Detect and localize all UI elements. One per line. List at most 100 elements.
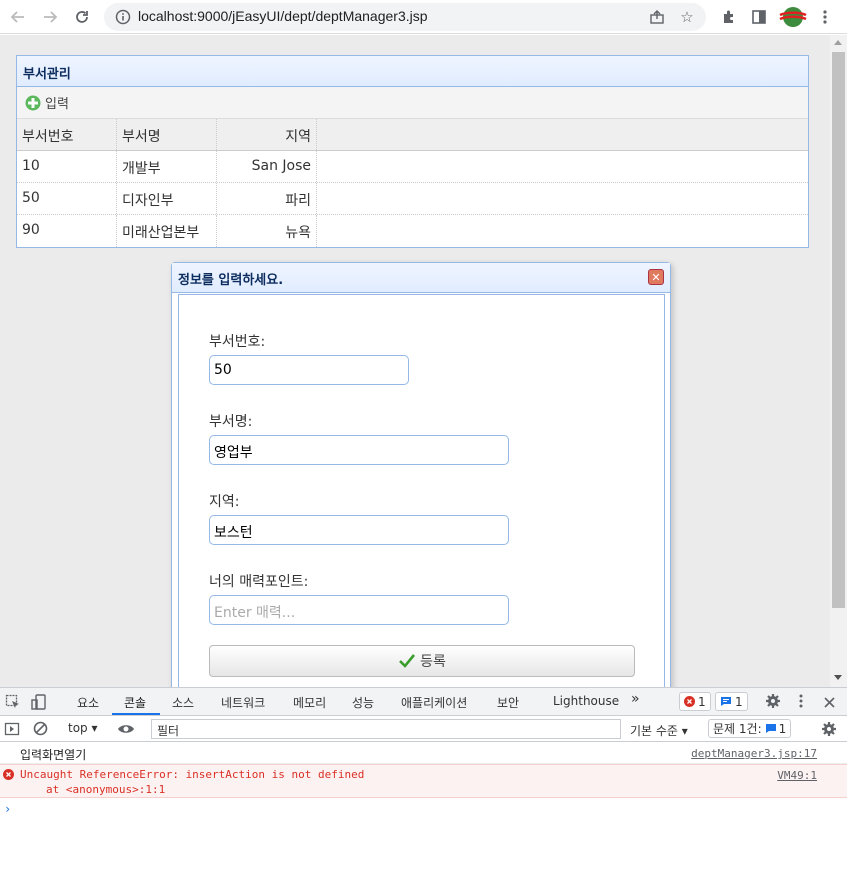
error-count-badge[interactable]: 1 [679,692,711,711]
error-source-link[interactable]: VM49:1 [777,769,817,782]
devtools-panel: 요소 콘솔 소스 네트워크 메모리 성능 애플리케이션 보안 Lighthous… [0,687,847,882]
console-prompt[interactable]: › [0,800,847,818]
tab-security[interactable]: 보안 [497,694,519,711]
add-icon [25,95,41,111]
charm-label: 너의 매력포인트: [209,574,309,590]
tab-network[interactable]: 네트워크 [221,694,265,711]
context-selector[interactable]: top ▾ [68,721,98,735]
dname-label: 부서명: [209,414,253,430]
grid-toolbar: 입력 [17,87,808,119]
column-header-deptno[interactable]: 부서번호 [17,119,117,150]
console-settings-gear-icon[interactable] [821,721,837,741]
prompt-chevron-icon: › [4,802,12,816]
column-header-loc[interactable]: 지역 [217,119,317,150]
add-button[interactable]: 입력 [25,93,69,112]
log-level-label: 기본 수준 [630,724,678,738]
dialog-title: 정보를 입력하세요. [172,263,670,293]
console-toolbar: top ▾ 필터 기본 수준 ▾ 문제 1건: 1 [0,716,847,742]
settings-gear-icon[interactable] [765,693,781,713]
page-scrollbar[interactable] [830,35,847,687]
log-source-link[interactable]: deptManager3.jsp:17 [691,747,817,760]
tab-memory[interactable]: 메모리 [293,694,326,711]
info-count: 1 [735,694,743,709]
log-level-select[interactable]: 기본 수준 ▾ [630,722,688,739]
loc-input[interactable]: 보스턴 [209,515,509,545]
table-row[interactable]: 50 디자인부 파리 [17,183,808,215]
console-filter-input[interactable]: 필터 [151,719,621,739]
cell-deptno: 50 [17,183,117,214]
submit-button[interactable]: 등록 [209,645,635,677]
submit-label: 등록 [420,654,446,670]
more-tabs-icon[interactable]: » [631,691,640,707]
column-header-dname[interactable]: 부서명 [117,119,217,150]
back-icon[interactable] [6,5,30,29]
close-icon[interactable]: ✕ [648,269,664,285]
scroll-thumb[interactable] [832,52,845,608]
cell-dname: 개발부 [117,151,217,182]
sidebar-toggle-icon[interactable] [4,721,20,741]
forward-icon[interactable] [38,5,62,29]
dept-panel: 부서관리 입력 부서번호 부서명 지역 10 개발부 San Jose 50 디… [16,55,809,248]
check-icon [398,653,416,669]
error-stack: at <anonymous>:1:1 [46,783,166,796]
address-bar[interactable]: localhost:9000/jEasyUI/dept/deptManager3… [104,3,706,31]
charm-input[interactable]: Enter 매력... [209,595,509,625]
page-viewport: 부서관리 입력 부서번호 부서명 지역 10 개발부 San Jose 50 디… [0,35,830,734]
console-log-entry: 입력화면열기 deptManager3.jsp:17 [0,743,847,764]
cell-dname: 디자인부 [117,183,217,214]
error-icon [684,696,695,707]
live-expression-eye-icon[interactable] [117,721,135,740]
error-icon [3,769,14,783]
cell-deptno: 10 [17,151,117,182]
close-devtools-icon[interactable] [823,694,836,713]
message-icon [720,696,732,707]
table-row[interactable]: 10 개발부 San Jose [17,151,808,183]
dname-input[interactable]: 영업부 [209,435,509,465]
tab-performance[interactable]: 성능 [352,694,374,711]
devtools-menu-icon[interactable] [799,693,803,713]
menu-kebab-icon[interactable] [814,6,836,28]
input-dialog: 정보를 입력하세요. ✕ 부서번호: 50 부서명: 영업부 지역: 보스턴 너… [171,262,671,734]
tab-application[interactable]: 애플리케이션 [401,694,467,711]
panel-title: 부서관리 [17,56,808,87]
tab-console[interactable]: 콘솔 [124,694,146,711]
device-toggle-icon[interactable] [30,693,48,715]
inspect-icon[interactable] [5,694,21,714]
reload-icon[interactable] [70,5,94,29]
cell-deptno: 90 [17,215,117,247]
devtools-tabbar: 요소 콘솔 소스 네트워크 메모리 성능 애플리케이션 보안 Lighthous… [0,688,847,716]
grid-header: 부서번호 부서명 지역 [17,119,808,151]
side-panel-icon[interactable] [748,6,770,28]
add-button-label: 입력 [45,97,69,112]
url-text: localhost:9000/jEasyUI/dept/deptManager3… [138,8,428,24]
tab-elements[interactable]: 요소 [77,694,99,711]
cell-loc: San Jose [217,151,317,182]
info-count-badge[interactable]: 1 [715,692,748,711]
share-icon[interactable] [648,8,666,26]
scroll-up-arrow[interactable] [834,40,842,45]
issues-button[interactable]: 문제 1건: 1 [708,719,792,738]
clear-console-icon[interactable] [33,721,48,740]
browser-toolbar: localhost:9000/jEasyUI/dept/deptManager3… [0,0,847,34]
info-icon[interactable] [114,8,132,26]
bookmark-star-icon[interactable]: ☆ [678,8,696,26]
deptno-label: 부서번호: [209,334,266,350]
cell-loc: 뉴욕 [217,215,317,247]
extensions-icon[interactable] [718,6,740,28]
context-label: top [68,721,88,735]
error-count: 1 [698,694,706,709]
tab-lighthouse[interactable]: Lighthouse [553,694,619,708]
scroll-down-arrow[interactable] [834,675,842,680]
cell-dname: 미래산업본부 [117,215,217,247]
dialog-body: 부서번호: 50 부서명: 영업부 지역: 보스턴 너의 매력포인트: Ente… [178,294,665,734]
cell-loc: 파리 [217,183,317,214]
loc-label: 지역: [209,494,240,510]
profile-avatar[interactable] [778,6,808,28]
tab-sources[interactable]: 소스 [172,694,194,711]
deptno-input[interactable]: 50 [209,355,409,385]
table-row[interactable]: 90 미래산업본부 뉴욕 [17,215,808,247]
log-message: 입력화면열기 [20,748,87,762]
error-message: Uncaught ReferenceError: insertAction is… [20,768,365,781]
issues-count: 1 [778,721,787,736]
active-tab-indicator [112,713,160,715]
